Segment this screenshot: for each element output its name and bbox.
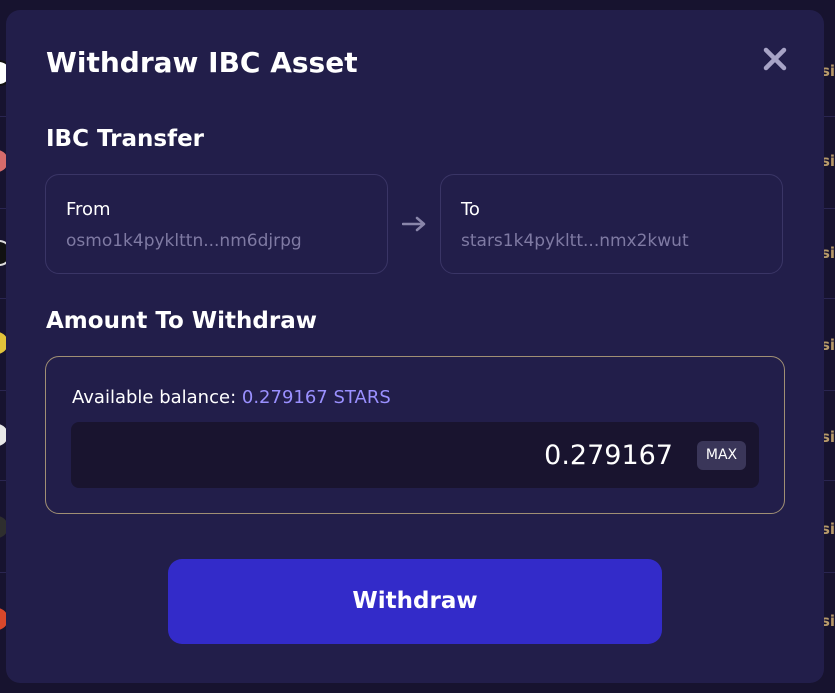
from-label: From xyxy=(66,199,111,220)
to-label: To xyxy=(461,199,480,220)
ibc-transfer-heading: IBC Transfer xyxy=(46,126,205,152)
arrow-right-icon xyxy=(402,216,426,232)
amount-input-container: MAX xyxy=(71,422,759,488)
to-address-card: To stars1k4pykltt...nmx2kwut xyxy=(440,174,783,274)
to-address: stars1k4pykltt...nmx2kwut xyxy=(461,231,689,251)
from-address: osmo1k4pyklttn...nm6djrpg xyxy=(66,231,302,251)
withdraw-modal: Withdraw IBC Asset IBC Transfer From osm… xyxy=(6,10,824,683)
from-address-card: From osmo1k4pyklttn...nm6djrpg xyxy=(45,174,388,274)
modal-title: Withdraw IBC Asset xyxy=(46,46,358,79)
max-button[interactable]: MAX xyxy=(697,441,746,470)
close-button[interactable] xyxy=(762,46,788,72)
amount-panel: Available balance: 0.279167 STARS MAX xyxy=(45,356,785,514)
balance-value: 0.279167 STARS xyxy=(241,387,391,408)
available-balance: Available balance: 0.279167 STARS xyxy=(72,387,391,408)
balance-label: Available balance: xyxy=(72,387,237,408)
close-icon xyxy=(763,47,787,71)
amount-heading: Amount To Withdraw xyxy=(46,308,317,334)
withdraw-button[interactable]: Withdraw xyxy=(168,559,662,644)
amount-input[interactable] xyxy=(71,422,673,488)
